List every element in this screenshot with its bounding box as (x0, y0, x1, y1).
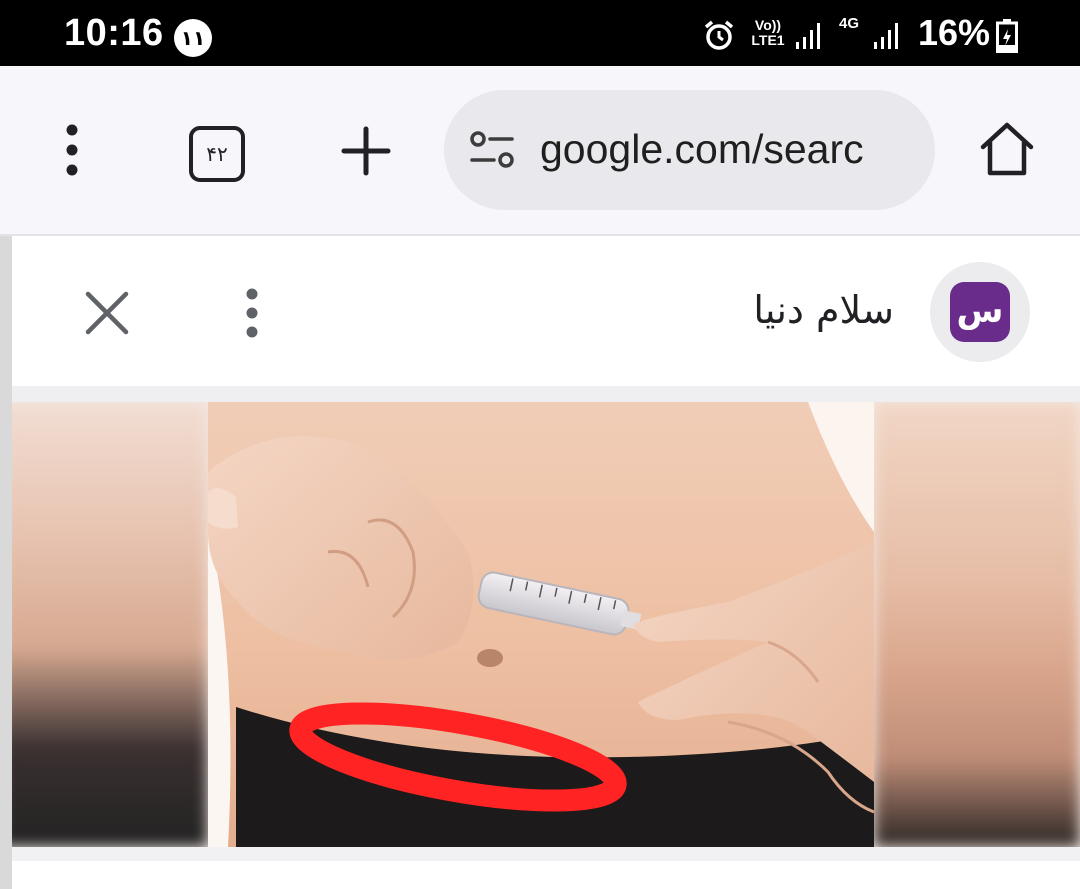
divider-bottom (12, 847, 1080, 861)
site-avatar-letter: س (950, 282, 1010, 342)
site-avatar[interactable]: س (930, 262, 1030, 362)
volte-indicator: Vo)) LTE1 (751, 17, 785, 48)
image-carousel[interactable] (12, 402, 1080, 847)
battery-percent: 16% (918, 12, 991, 53)
close-icon[interactable] (84, 290, 130, 336)
alarm-icon (704, 20, 734, 50)
clock: 10:16 (64, 12, 164, 54)
home-icon[interactable] (978, 120, 1036, 178)
menu-dots-icon[interactable] (62, 124, 82, 176)
scrollbar[interactable] (0, 236, 12, 889)
plus-icon[interactable] (341, 126, 391, 176)
image-viewer-header: سلام دنیا س (12, 236, 1080, 386)
browser-toolbar: ۴۲ google.com/searc (0, 66, 1080, 236)
notification-badge: ١١ (174, 19, 212, 57)
next-image[interactable] (874, 402, 1080, 847)
network-type: 4G (838, 15, 859, 32)
more-vert-icon[interactable] (244, 288, 260, 338)
battery-charging-icon (996, 19, 1018, 53)
tune-icon[interactable] (468, 128, 516, 172)
signal-icon-2 (874, 23, 898, 49)
content-area (12, 861, 1080, 889)
previous-image[interactable] (12, 402, 208, 847)
status-bar: 10:16 ١١ Vo)) LTE1 4G 16% (0, 0, 1080, 66)
divider (12, 386, 1080, 402)
tabs-icon[interactable]: ۴۲ (189, 126, 245, 182)
main-image[interactable] (208, 402, 874, 847)
signal-icon (796, 23, 820, 49)
url-text[interactable]: google.com/searc (540, 126, 864, 173)
address-bar[interactable]: google.com/searc (444, 90, 935, 210)
site-name[interactable]: سلام دنیا (632, 288, 894, 332)
